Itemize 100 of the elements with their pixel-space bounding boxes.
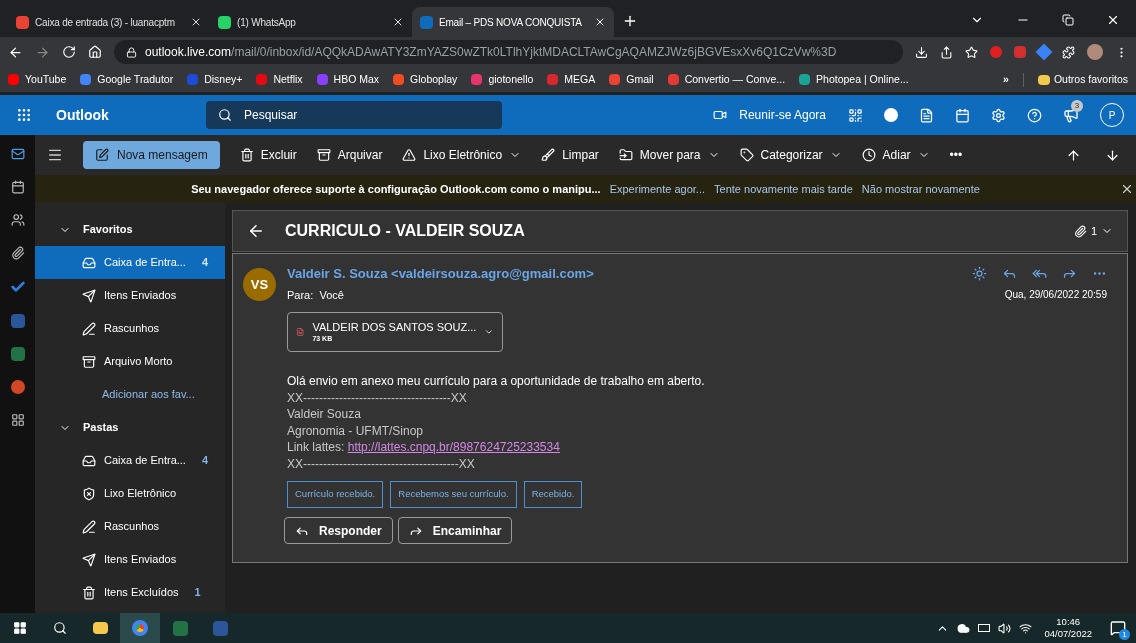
back-icon[interactable] [8,44,23,60]
sender[interactable]: Valdeir S. Souza <valdeirsouza.agro@gmail.com> [287,264,594,284]
next-icon[interactable] [1105,147,1120,163]
toolbar-button[interactable]: Adiar [861,146,930,164]
home-icon[interactable] [88,45,102,59]
bookmark[interactable]: Photopea | Online... [799,71,909,88]
people-icon[interactable] [10,213,25,227]
site-icon [218,15,231,29]
close-icon[interactable] [1106,13,1120,27]
bookmark-label: giotonello [488,71,534,87]
folder-item[interactable]: Itens Excluídos 1 [35,576,225,609]
folder-item[interactable]: Rascunhos [35,510,225,543]
notice-link[interactable]: Tente novamente mais tarde [714,180,853,198]
calendar-icon[interactable] [10,180,25,194]
suggested-reply[interactable]: Recebido. [523,481,583,508]
new-tab-icon[interactable] [622,13,638,29]
clock-icon [861,148,876,162]
attachment-count-button[interactable]: 1 [1073,222,1113,240]
more-options[interactable]: ••• [949,146,963,164]
restore-icon[interactable] [1062,14,1074,26]
bookmark[interactable]: Disney+ [187,71,243,88]
toolbar-button[interactable]: Mover para [618,146,720,164]
notifications-icon[interactable] [1110,620,1126,636]
suggested-reply[interactable]: Currículo recebido. [287,481,384,508]
forward-icon[interactable] [35,44,50,60]
notice-link[interactable]: Experimente agor... [609,180,706,198]
app-launcher-icon[interactable] [16,107,32,123]
toolbar-button[interactable]: Excluir [239,146,297,164]
volume-icon[interactable] [998,621,1012,635]
previous-icon[interactable] [1066,147,1081,163]
suggested-reply[interactable]: Recebemos seu currículo. [390,481,517,508]
reply-action-button[interactable]: Responder [284,517,393,544]
document-icon [296,325,305,339]
battery-icon[interactable] [978,624,991,632]
bookmark-label: Globoplay [410,71,458,87]
toolbar-button[interactable]: Arquivar [316,146,383,164]
reply-action-button[interactable]: Encaminhar [397,517,513,544]
send-icon [82,288,96,303]
add-favorite-link[interactable]: Adicionar aos fav... [35,378,225,411]
bookmark-label: HBO Max [333,71,380,87]
wifi-icon[interactable] [1019,621,1033,635]
close-icon[interactable] [594,16,606,28]
bookmark[interactable]: Gmail [609,71,654,88]
new-message-button[interactable]: Nova mensagem [83,141,220,169]
folder-section-header[interactable]: Pastas [35,411,225,444]
toolbar-button[interactable]: Lixo Eletrônico [402,146,522,164]
bookmark[interactable]: Globoplay [393,71,458,88]
toolbar-button[interactable]: Limpar [541,146,599,164]
cloud-icon[interactable] [957,621,971,635]
help-icon[interactable] [1027,107,1042,123]
qr-code-icon[interactable] [848,107,863,123]
overflow-chevron[interactable]: » [1003,71,1009,88]
folder-item[interactable]: Itens Enviados [35,279,225,312]
extensions-icon[interactable] [1062,45,1075,59]
todo-icon[interactable] [9,279,26,295]
sun-icon[interactable] [972,266,987,282]
star-icon[interactable] [965,45,978,59]
notice-link[interactable]: Não mostrar novamente [861,180,980,198]
close-icon[interactable] [392,16,404,28]
apps-icon[interactable] [10,413,25,427]
bookmark[interactable]: YouTube [8,71,67,88]
bookmark[interactable]: Convertio — Conve... [667,71,786,88]
bookmark[interactable]: HBO Max [316,71,380,88]
close-icon[interactable] [1120,182,1134,196]
bookmark[interactable]: giotonello [471,71,534,88]
bookmark[interactable]: Google Tradutor [80,71,174,88]
app-name[interactable]: Outlook [56,104,206,126]
reload-icon[interactable] [62,45,76,59]
mail-icon[interactable] [10,147,25,161]
share-icon[interactable] [940,45,953,59]
toolbar-button[interactable]: Categorizar [739,146,842,164]
menu-icon[interactable] [47,147,63,163]
megaphone-icon[interactable] [1063,107,1079,123]
browser-tab[interactable]: (1) WhatsApp [210,7,412,37]
folder-item[interactable]: Arquivo Morto [35,345,225,378]
meet-now-button[interactable]: Reunir-se Agora [713,106,826,124]
bookmark[interactable]: MEGA [547,71,596,88]
body-line: XX---------------------------------------XX [287,455,476,472]
folder-item[interactable]: Caixa de Entra... 4 [35,444,225,477]
back-icon[interactable] [247,222,265,240]
folder-item[interactable]: Itens Enviados [35,543,225,576]
settings-icon[interactable] [991,107,1006,123]
folder-item[interactable]: Lixo Eletrônico [35,477,225,510]
install-icon[interactable] [915,45,928,59]
address-field[interactable]: outlook.live.com/mail/0/inbox/id/AQQkADAwATY3ZmYAZS0wZTk0LTlhYjktMDACLTAwCgAQAMZJWz6jBGVEsxXv6Q1CzVw%3D [114,40,903,64]
search-field[interactable]: Pesquisar [206,101,502,129]
close-icon[interactable] [190,16,202,28]
lattes-link[interactable]: http://lattes.cnpq.br/8987624725233534 [347,440,560,454]
browser-tab[interactable]: Email – PDS NOVA CONQUISTA [412,7,614,37]
notification-badge: 1 [1119,629,1130,640]
other-bookmarks[interactable]: Outros favoritos [1053,71,1128,88]
folder-item[interactable]: Rascunhos [35,312,225,345]
folder-item[interactable]: Caixa de Entra... 4 [35,246,225,279]
inbox-icon [82,453,96,468]
clock[interactable]: 10:46 04/07/2022 [1044,616,1092,640]
profile-avatar[interactable] [1087,44,1103,60]
folder-section-header[interactable]: Favoritos [35,213,225,246]
paperclip-icon[interactable] [10,246,25,260]
browser-tab[interactable]: Caixa de entrada (3) - luanacptm [8,7,210,37]
bookmark[interactable]: Netflix [256,71,303,88]
